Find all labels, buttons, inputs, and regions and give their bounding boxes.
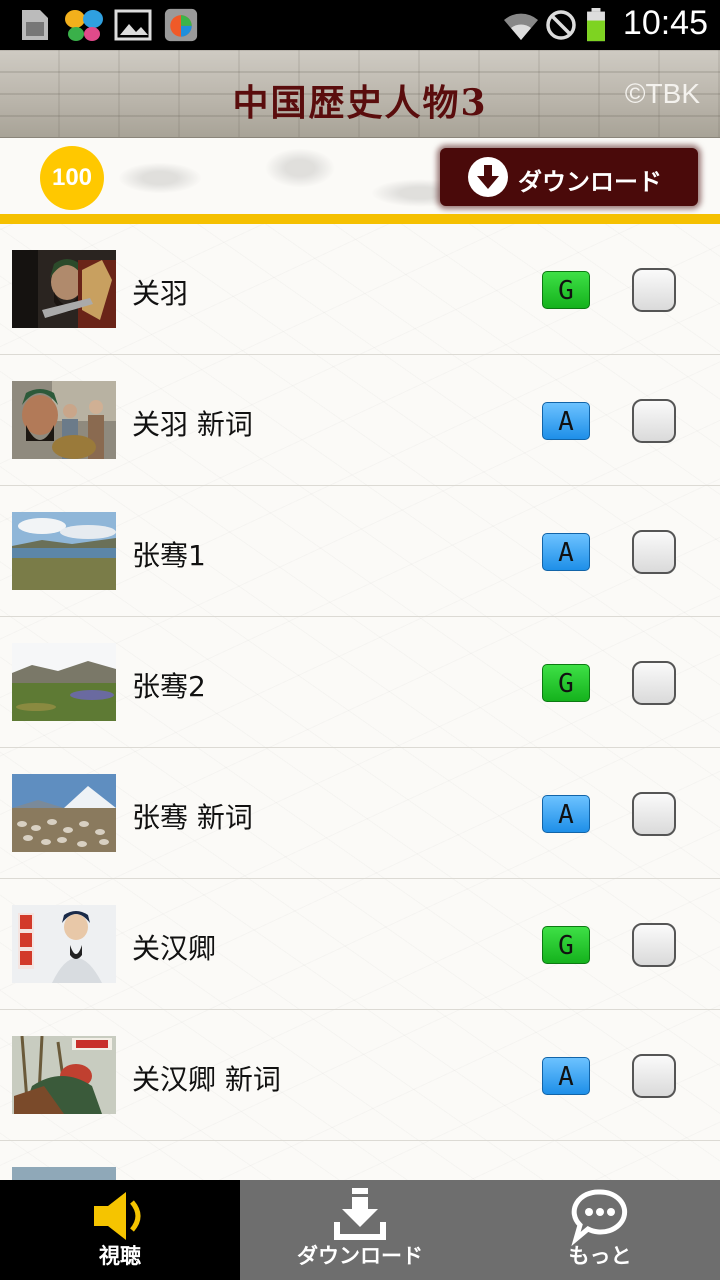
item-checkbox[interactable] [632,268,676,312]
gallery-icon [114,9,152,41]
item-title: 关羽 新词 [132,408,253,441]
item-title: 关汉卿 新词 [132,1063,281,1096]
nav-tab-more-label: もっと [568,1244,632,1268]
item-tag-badge: G [542,271,590,309]
status-time: 10:45 [622,4,708,42]
item-checkbox[interactable] [632,923,676,967]
item-thumbnail [12,643,116,721]
item-tag-badge: A [542,795,590,833]
item-checkbox[interactable] [632,399,676,443]
item-thumbnail [12,512,116,590]
item-tag-badge: A [542,1057,590,1095]
download-icon [334,1188,386,1240]
page-title: 中国歴史人物3 [232,82,488,124]
item-checkbox[interactable] [632,530,676,574]
list-item[interactable]: 关羽 新词 A [0,355,720,486]
score-badge: 100 [40,146,104,210]
item-tag-badge: A [542,533,590,571]
item-title: 关汉卿 [132,932,217,965]
nav-tab-listen-label: 視聴 [99,1244,141,1268]
item-thumbnail [12,250,116,328]
list-item[interactable]: 关汉卿 G [0,879,720,1010]
sd-card-icon [22,10,48,40]
wifi-icon [504,13,538,40]
nav-tab-listen[interactable]: 視聴 [0,1180,240,1280]
item-title: 关羽 [132,277,189,310]
list-item-partial[interactable] [0,1141,720,1180]
item-title: 张骞2 [132,670,206,703]
item-thumbnail [12,1036,116,1114]
download-button[interactable]: ダウンロード [440,148,698,206]
nav-tab-more[interactable]: もっと [480,1180,720,1280]
item-checkbox[interactable] [632,792,676,836]
status-bar: 10:45 [0,0,720,50]
item-thumbnail [12,381,116,459]
butterfly-app-icon [65,10,103,41]
list-item[interactable]: 关汉卿 新词 A [0,1010,720,1141]
title-bar: 中国歴史人物3 ©TBK [0,50,720,138]
toolbar: 100 ダウンロード [0,138,720,216]
item-title: 张骞1 [132,539,206,572]
item-tag-badge: G [542,664,590,702]
app-store-icon [164,8,198,42]
download-arrow-icon [468,157,508,197]
bottom-navigation: 視聴 ダウンロード もっと [0,1180,720,1280]
battery-icon [587,8,605,42]
chat-bubble-icon [571,1189,628,1246]
item-thumbnail [12,905,116,983]
list-item[interactable]: 张骞2 G [0,617,720,748]
copyright-label: ©TBK [624,78,700,109]
item-list[interactable]: 关羽 G 关羽 新词 A 张骞1 A 张骞2 G 张骞 新词 A 关汉卿 G 关… [0,224,720,1180]
list-item[interactable]: 张骞 新词 A [0,748,720,879]
no-signal-icon [546,10,576,40]
download-button-label: ダウンロード [518,168,662,196]
item-checkbox[interactable] [632,661,676,705]
speaker-icon [94,1192,141,1240]
item-tag-badge: G [542,926,590,964]
accent-divider [0,214,720,224]
item-checkbox[interactable] [632,1054,676,1098]
item-thumbnail [12,774,116,852]
nav-tab-download[interactable]: ダウンロード [240,1180,480,1280]
list-item[interactable]: 张骞1 A [0,486,720,617]
list-item[interactable]: 关羽 G [0,224,720,355]
item-thumbnail [12,1167,116,1180]
item-tag-badge: A [542,402,590,440]
item-title: 张骞 新词 [132,801,253,834]
nav-tab-download-label: ダウンロード [297,1244,423,1268]
